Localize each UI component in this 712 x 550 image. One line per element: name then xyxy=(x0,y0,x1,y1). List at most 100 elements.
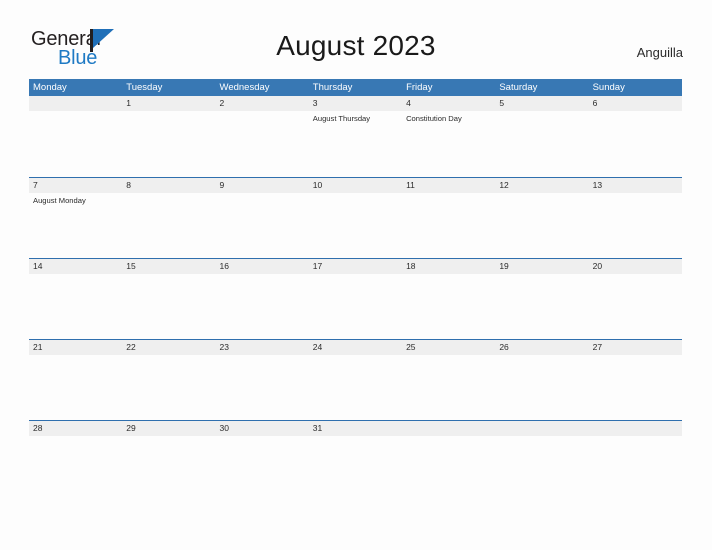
day-number-31[interactable]: 31 xyxy=(309,421,402,436)
day-cell xyxy=(216,111,309,175)
day-number-empty xyxy=(589,421,682,436)
day-number-20[interactable]: 20 xyxy=(589,259,682,274)
weekday-header-thursday: Thursday xyxy=(312,82,353,93)
page-title: August 2023 xyxy=(276,30,436,61)
weekday-header-saturday: Saturday xyxy=(499,82,538,93)
day-cell xyxy=(402,436,495,500)
calendar-week-row: 14 15 16 17 18 19 20 xyxy=(29,258,682,339)
day-cell xyxy=(309,274,402,338)
day-number-23[interactable]: 23 xyxy=(216,340,309,355)
day-cell xyxy=(402,193,495,257)
day-cell xyxy=(122,355,215,419)
day-cell xyxy=(309,436,402,500)
day-cell xyxy=(495,436,588,500)
calendar-week-row: 7 8 9 10 11 12 13 August Monday xyxy=(29,177,682,258)
day-number-28[interactable]: 28 xyxy=(29,421,122,436)
week-events: August Monday xyxy=(29,193,682,257)
day-number-18[interactable]: 18 xyxy=(402,259,495,274)
day-cell: August Thursday xyxy=(309,111,402,175)
day-number-2[interactable]: 2 xyxy=(216,96,309,111)
day-cell xyxy=(29,111,122,175)
calendar-grid: Monday Tuesday Wednesday Thursday Friday Satu… xyxy=(29,79,682,501)
weekday-header-monday: Monday xyxy=(33,82,67,93)
day-cell xyxy=(589,436,682,500)
day-cell xyxy=(122,436,215,500)
day-cell xyxy=(495,111,588,175)
day-number-27[interactable]: 27 xyxy=(589,340,682,355)
day-cell xyxy=(309,193,402,257)
day-cell xyxy=(29,436,122,500)
week-date-numbers: 7 8 9 10 11 12 13 xyxy=(29,178,682,193)
day-number-4[interactable]: 4 xyxy=(402,96,495,111)
day-number-21[interactable]: 21 xyxy=(29,340,122,355)
week-date-numbers: 28 29 30 31 xyxy=(29,421,682,436)
calendar-week-row: 28 29 30 31 xyxy=(29,420,682,501)
week-events: August Thursday Constitution Day xyxy=(29,111,682,175)
locale-label: Anguilla xyxy=(636,45,683,60)
day-number-19[interactable]: 19 xyxy=(495,259,588,274)
day-cell xyxy=(495,274,588,338)
weekday-header-row: Monday Tuesday Wednesday Thursday Friday Satu… xyxy=(29,79,682,96)
week-events xyxy=(29,436,682,500)
day-number-5[interactable]: 5 xyxy=(495,96,588,111)
calendar-week-row: 1 2 3 4 5 6 August Thursday Constitution Day xyxy=(29,96,682,177)
day-number-30[interactable]: 30 xyxy=(216,421,309,436)
day-cell xyxy=(216,193,309,257)
day-number-13[interactable]: 13 xyxy=(589,178,682,193)
day-number-empty xyxy=(29,96,122,111)
day-number-8[interactable]: 8 xyxy=(122,178,215,193)
weekday-header-tuesday: Tuesday xyxy=(126,82,163,93)
event-label: August Monday xyxy=(33,196,86,205)
day-cell xyxy=(495,355,588,419)
day-number-9[interactable]: 9 xyxy=(216,178,309,193)
day-number-3[interactable]: 3 xyxy=(309,96,402,111)
day-number-15[interactable]: 15 xyxy=(122,259,215,274)
weekday-header-friday: Friday xyxy=(406,82,433,93)
day-cell xyxy=(309,355,402,419)
day-cell xyxy=(216,436,309,500)
day-cell xyxy=(29,355,122,419)
day-cell xyxy=(402,355,495,419)
day-cell xyxy=(122,193,215,257)
day-number-empty xyxy=(402,421,495,436)
day-number-16[interactable]: 16 xyxy=(216,259,309,274)
day-number-7[interactable]: 7 xyxy=(29,178,122,193)
calendar-weeks: 1 2 3 4 5 6 August Thursday Constitution Day 7 8 9… xyxy=(29,96,682,501)
day-cell xyxy=(495,193,588,257)
day-cell xyxy=(589,111,682,175)
day-cell xyxy=(402,274,495,338)
day-cell xyxy=(122,274,215,338)
day-number-22[interactable]: 22 xyxy=(122,340,215,355)
day-cell: August Monday xyxy=(29,193,122,257)
day-cell xyxy=(589,355,682,419)
day-number-17[interactable]: 17 xyxy=(309,259,402,274)
day-cell xyxy=(216,355,309,419)
week-events xyxy=(29,355,682,419)
week-date-numbers: 14 15 16 17 18 19 20 xyxy=(29,259,682,274)
event-label: August Thursday xyxy=(312,114,371,123)
day-cell xyxy=(216,274,309,338)
day-number-10[interactable]: 10 xyxy=(309,178,402,193)
calendar-week-row: 21 22 23 24 25 26 27 xyxy=(29,339,682,420)
day-number-11[interactable]: 11 xyxy=(402,178,495,193)
day-number-6[interactable]: 6 xyxy=(589,96,682,111)
calendar-page: General Blue August 2023 Anguilla Monday… xyxy=(0,0,712,550)
day-cell xyxy=(589,193,682,257)
day-cell xyxy=(589,274,682,338)
day-number-1[interactable]: 1 xyxy=(122,96,215,111)
page-header: General Blue August 2023 Anguilla xyxy=(0,0,712,78)
day-number-26[interactable]: 26 xyxy=(495,340,588,355)
week-events xyxy=(29,274,682,338)
day-number-12[interactable]: 12 xyxy=(495,178,588,193)
day-number-empty xyxy=(495,421,588,436)
day-cell xyxy=(29,274,122,338)
day-number-25[interactable]: 25 xyxy=(402,340,495,355)
weekday-header-sunday: Sunday xyxy=(592,82,625,93)
weekday-header-wednesday: Wednesday xyxy=(219,82,270,93)
day-number-14[interactable]: 14 xyxy=(29,259,122,274)
day-cell: Constitution Day xyxy=(402,111,495,175)
day-number-24[interactable]: 24 xyxy=(309,340,402,355)
day-cell xyxy=(122,111,215,175)
week-date-numbers: 123456 xyxy=(29,96,682,111)
day-number-29[interactable]: 29 xyxy=(122,421,215,436)
